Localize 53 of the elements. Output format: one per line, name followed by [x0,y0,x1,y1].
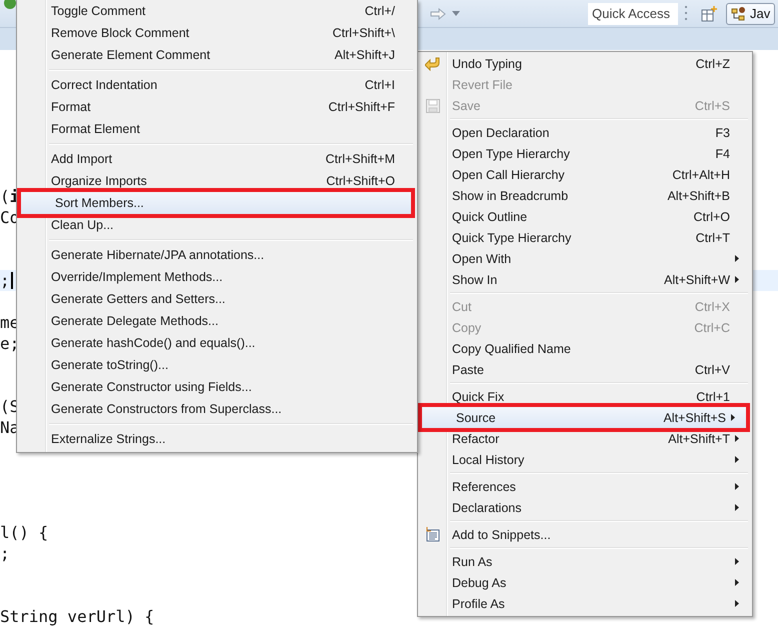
menu-item[interactable]: Override/Implement Methods... [17,266,415,288]
menu-item[interactable]: References [418,476,750,497]
forward-arrow-icon[interactable] [430,8,446,20]
menu-item[interactable]: Add to Snippets... [418,524,750,545]
menu-item[interactable]: Correct Indentation Ctrl+I [17,74,415,96]
menu-item[interactable]: Paste Ctrl+V [418,359,750,380]
menu-item[interactable]: Sort Members... [17,188,415,218]
undo-arrow-icon [425,56,441,70]
code-line: String verUrl) { [0,606,154,627]
text-cursor [10,272,13,289]
java-perspective-icon [731,6,747,22]
menu-item[interactable]: Externalize Strings... [17,428,415,450]
menu-item[interactable]: Quick Outline Ctrl+O [418,206,750,227]
code-line: l() { [0,522,48,543]
menu-item[interactable]: Open Call Hierarchy Ctrl+Alt+H [418,164,750,185]
menu-item[interactable]: Profile As [418,593,750,614]
code-line: ; [0,270,10,291]
menu-item[interactable]: Show In Alt+Shift+W [418,269,750,290]
menu-item[interactable]: Add Import Ctrl+Shift+M [17,148,415,170]
java-perspective-button[interactable]: Jav [726,2,776,24]
menu-item[interactable]: Open Declaration F3 [418,122,750,143]
menu-item[interactable]: Debug As [418,572,750,593]
menu-item[interactable]: Generate Delegate Methods... [17,310,415,332]
status-icon [4,0,16,10]
menu-item[interactable]: Local History [418,449,750,470]
menu-item[interactable]: Format Element [17,118,415,140]
grip-icon[interactable] [685,4,688,22]
menu-item[interactable]: Open With [418,248,750,269]
menu-item[interactable]: Generate Hibernate/JPA annotations... [17,244,415,266]
menu-item[interactable]: Generate hashCode() and equals()... [17,332,415,354]
menu-item[interactable]: Generate Constructor using Fields... [17,376,415,398]
snippets-icon [426,527,440,542]
menu-item[interactable]: Generate toString()... [17,354,415,376]
quick-access-field[interactable]: Quick Access [588,2,678,24]
menu-item[interactable]: Open Type Hierarchy F4 [418,143,750,164]
menu-item[interactable]: Generate Constructors from Superclass... [17,398,415,420]
menu-item[interactable]: Declarations [418,497,750,518]
save-icon [426,98,440,112]
open-perspective-icon[interactable] [701,6,717,22]
dropdown-caret-icon[interactable] [452,11,460,16]
menu-item[interactable]: Show in Breadcrumb Alt+Shift+B [418,185,750,206]
menu-item[interactable]: Run As [418,551,750,572]
menu-item[interactable]: Generate Getters and Setters... [17,288,415,310]
code-line: e; [0,333,20,354]
menu-item[interactable]: Quick Type Hierarchy Ctrl+T [418,227,750,248]
menu-item[interactable]: Source Alt+Shift+S [418,403,750,432]
menu-item[interactable]: Generate Element Comment Alt+Shift+J [17,44,415,66]
menu-item[interactable]: Undo Typing Ctrl+Z [418,53,750,74]
code-line: ; [0,543,10,564]
menu-item[interactable]: Copy Qualified Name [418,338,750,359]
menu-item[interactable]: Toggle Comment Ctrl+/ [17,0,415,22]
menu-item[interactable]: Remove Block Comment Ctrl+Shift+\ [17,22,415,44]
menu-item[interactable]: Format Ctrl+Shift+F [17,96,415,118]
